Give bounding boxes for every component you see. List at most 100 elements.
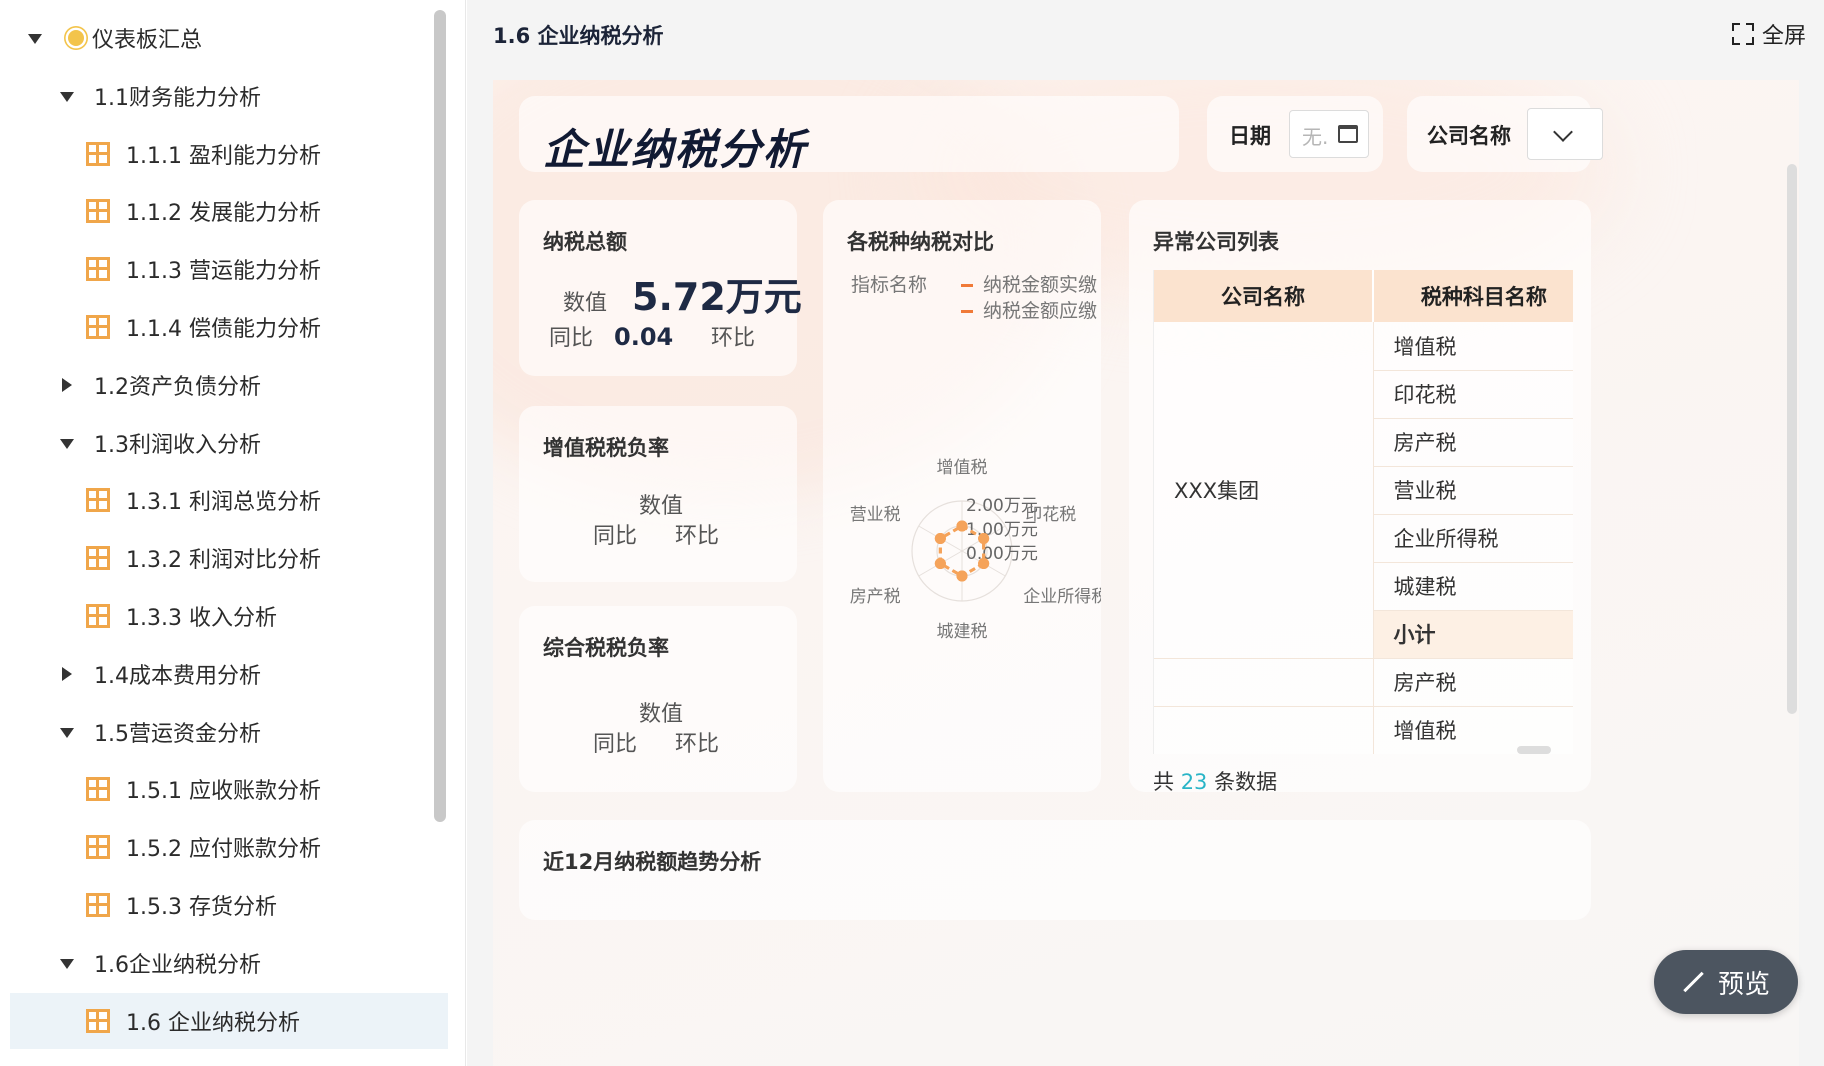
sidebar-item-label: 1.5营运资金分析 [94,721,261,747]
main-panel: 1.6 企业纳税分析 全屏 企业纳税分析 日期 无. 公司名称 纳税总额 数值 … [467,0,1824,1066]
company-select[interactable] [1527,108,1603,160]
caret-down-icon[interactable] [28,34,42,44]
page-title: 1.6 企业纳税分析 [493,24,664,48]
sidebar-item-label: 1.1.1 盈利能力分析 [126,143,321,169]
sidebar-item[interactable]: 1.1.2 发展能力分析 [10,183,448,239]
total-tax-card: 纳税总额 数值 5.72万元 同比 0.04 环比 [519,200,802,376]
dashboard-title: 企业纳税分析 [543,125,808,174]
sidebar-item[interactable]: 1.2资产负债分析 [10,357,448,413]
vat-burden-value-label: 数值 [639,494,684,519]
vat-burden-yoy-label: 同比 [593,524,638,549]
sidebar-item[interactable]: 1.5.2 应付账款分析 [10,819,448,875]
caret-right-icon[interactable] [62,666,72,681]
sidebar-item-label: 1.1.2 发展能力分析 [126,201,321,227]
sidebar-item[interactable]: 1.5.3 存货分析 [10,877,448,933]
sidebar-item[interactable]: 1.1.3 营运能力分析 [10,241,448,297]
sidebar-item-label: 1.3.2 利润对比分析 [126,548,321,574]
chevron-down-icon [1553,122,1573,142]
preview-button[interactable]: 预览 [1654,950,1798,1014]
total-tax-value-label: 数值 [563,291,608,316]
grid-report-icon [86,777,110,802]
radar-chart: 0.00万元1.00万元2.00万元增值税印花税企业所得税城建税房产税营业税 [850,458,1101,642]
radar-indicator-label: 增值税 [937,458,988,478]
radar-indicator-label: 房产税 [850,587,901,607]
sidebar-item[interactable]: 1.3.3 收入分析 [10,588,448,644]
tax-type-cell: 营业税 [1373,466,1573,515]
company-cell [1154,706,1374,754]
table-header-cell[interactable]: 税种科目名称 [1373,270,1573,322]
overall-burden-card: 综合税税负率 数值 同比 环比 [519,606,797,792]
tax-compare-card: 各税种纳税对比 指标名称 纳税金额实缴 纳税金额应缴 0.00万元 1.00万元 2… [823,200,1101,792]
grid-report-icon [86,604,110,628]
tax-type-cell: 城建税 [1373,562,1573,611]
sidebar-item[interactable]: 1.1.4 偿债能力分析 [10,299,448,355]
anomaly-table[interactable]: 公司名称税种科目名称应纳 XXX集团增值税2印花税1房产税2营业税2企业所得税1… [1153,270,1573,754]
sidebar-item-label: 1.1.4 偿债能力分析 [126,317,321,342]
sidebar-item-label: 1.2资产负债分析 [94,374,261,400]
date-filter-label: 日期 [1229,124,1271,148]
sidebar-item[interactable]: 1.3.2 利润对比分析 [10,530,448,586]
sidebar-item[interactable]: 1.4成本费用分析 [10,646,448,702]
trend-title: 近12月纳税额趋势分析 [543,850,762,874]
company-cell [1154,658,1374,707]
table-row[interactable]: XXX集团增值税2 [1154,322,1573,659]
radar-indicator-label: 城建税 [937,622,988,642]
sidebar-item-label: 1.5.1 应收账款分析 [126,779,321,805]
grid-report-icon [86,141,110,166]
table-row[interactable]: 增值税2 [1154,706,1573,754]
table-header-cell[interactable]: 公司名称 [1154,270,1375,322]
table-footer: 共 23 条数据 [1153,766,1277,796]
sidebar-item[interactable]: 1.1财务能力分析 [10,68,448,124]
table-horizontal-scrollbar[interactable] [1517,746,1551,754]
caret-down-icon[interactable] [60,727,74,738]
date-filter-card: 日期 无. [1207,96,1383,172]
caret-down-icon[interactable] [60,438,74,449]
calendar-icon [1338,125,1358,143]
radar-indicator-label: 营业税 [850,505,901,525]
tax-type-cell: 小计 [1373,610,1573,659]
expand-icon [1682,971,1704,993]
sidebar-item[interactable]: 1.3利润收入分析 [10,415,448,471]
sidebar-item-label: 1.5.3 存货分析 [126,895,277,920]
total-tax-yoy-label: 同比 [549,326,594,351]
fullscreen-button[interactable]: 全屏 [1731,18,1806,50]
sidebar-item[interactable]: 1.5营运资金分析 [10,704,448,760]
total-tax-title: 纳税总额 [543,230,627,254]
overall-burden-mom-label: 环比 [675,732,720,757]
grid-report-icon [86,835,110,860]
sidebar-item[interactable]: 1.5.1 应收账款分析 [10,761,448,817]
total-tax-mom-label: 环比 [711,326,756,351]
sidebar-tree: 仪表板汇总 1.1财务能力分析 1.1.1 盈利能力分析 1.1.2 发展能力分析 1.… [0,0,466,1066]
overall-burden-yoy-label: 同比 [593,732,638,757]
sidebar-item[interactable]: 1.6 企业纳税分析 [10,992,448,1049]
sidebar-item[interactable]: 1.3.1 利润总览分析 [10,472,448,528]
sidebar-item-label: 1.5.2 应付账款分析 [126,837,321,863]
tax-type-cell: 印花税 [1373,370,1573,419]
sidebar-item-label: 仪表板汇总 [92,28,203,53]
caret-down-icon[interactable] [60,958,74,969]
radial-tick-label: 0.00万元 [966,544,1038,564]
date-picker-input[interactable]: 无. [1289,110,1369,158]
caret-right-icon[interactable] [62,377,72,392]
resize-handle-icon[interactable]: ⋮⋮ [460,512,465,530]
fullscreen-icon [1731,23,1754,45]
grid-report-icon [86,1008,110,1033]
record-count: 23 [1180,770,1208,794]
overall-burden-value-label: 数值 [639,702,684,727]
tax-type-cell: 房产税 [1373,658,1573,707]
grid-report-icon [86,546,110,571]
caret-down-icon[interactable] [60,91,74,102]
dashboard-header-card: 企业纳税分析 [519,96,1179,174]
sidebar-scrollbar[interactable] [434,10,446,822]
overall-burden-title: 综合税税负率 [543,636,669,660]
sidebar-item[interactable]: 仪表板汇总 [10,10,448,66]
table-row[interactable]: 房产税2 [1154,658,1573,707]
sidebar-item[interactable]: 1.1.1 盈利能力分析 [10,126,448,182]
dashboard-scrollbar[interactable] [1787,164,1797,714]
sidebar-item[interactable]: 1.6企业纳税分析 [10,935,448,991]
radar-indicator-label: 印花税 [1025,505,1076,525]
vat-burden-title: 增值税税负率 [543,436,669,460]
total-tax-value: 5.72万元 [632,275,802,319]
fullscreen-label: 全屏 [1761,24,1806,49]
sidebar-item-label: 1.3.3 收入分析 [126,606,277,631]
